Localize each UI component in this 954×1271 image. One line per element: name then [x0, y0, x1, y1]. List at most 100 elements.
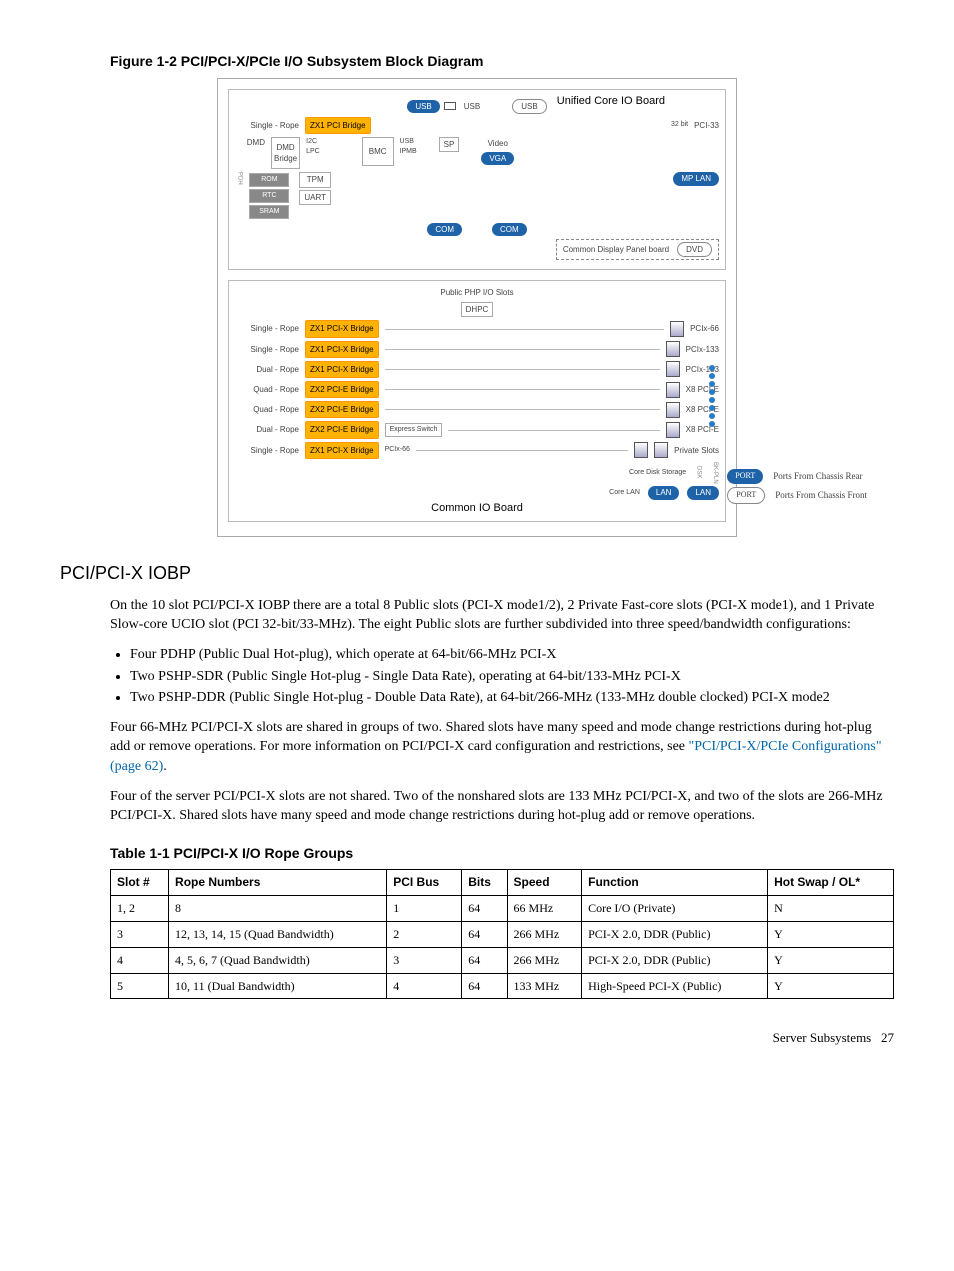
legend-rear-text: Ports From Chassis Rear [773, 469, 862, 483]
rope-bridge-1: ZX1 PCI-X Bridge [305, 341, 379, 358]
cell: PCI-X 2.0, DDR (Public) [582, 921, 768, 947]
footer-page: 27 [881, 1030, 894, 1045]
rope-label-4: Quad - Rope [235, 404, 299, 415]
cell: 4 [387, 973, 462, 999]
ucio-title: Unified Core IO Board [557, 94, 665, 109]
i2c-label: I2C [306, 137, 320, 147]
cell: 64 [462, 947, 507, 973]
table-header-row: Slot # Rope Numbers PCI Bus Bits Speed F… [111, 870, 894, 896]
slot-icon-3 [666, 382, 680, 398]
com2-pill: COM [492, 223, 527, 236]
uart-box: UART [299, 190, 331, 205]
slot-icon-1 [666, 341, 680, 357]
rope-bridge-6: ZX1 PCI-X Bridge [305, 442, 379, 459]
bullet-1: Four PDHP (Public Dual Hot-plug), which … [130, 645, 894, 665]
cell: Y [768, 947, 894, 973]
th-pcibus: PCI Bus [387, 870, 462, 896]
rope-label-6: Single - Rope [235, 445, 299, 456]
ucio-board: Unified Core IO Board USB USB USB Single… [228, 89, 726, 271]
rom-box: ROM [249, 173, 289, 187]
cell: 266 MHz [507, 947, 582, 973]
video-label: Video [484, 137, 512, 150]
cell: 133 MHz [507, 973, 582, 999]
para-1: On the 10 slot PCI/PCI-X IOBP there are … [110, 596, 894, 635]
cell: 4, 5, 6, 7 (Quad Bandwidth) [169, 947, 387, 973]
th-hotswap: Hot Swap / OL* [768, 870, 894, 896]
legend-front-text: Ports From Chassis Front [775, 488, 867, 502]
slot-icon-2 [666, 361, 680, 377]
common-io-title: Common IO Board [431, 501, 523, 516]
sram-box: SRAM [249, 205, 289, 219]
rope-bridge-5: ZX2 PCI-E Bridge [305, 421, 379, 438]
para-2: Four 66-MHz PCI/PCI-X slots are shared i… [110, 718, 894, 777]
pcix66-label: PCIx-66 [385, 445, 410, 455]
cell: 64 [462, 973, 507, 999]
cell: 4 [111, 947, 169, 973]
usb-outline: USB [512, 99, 546, 114]
rope-bridge-4: ZX2 PCI-E Bridge [305, 401, 379, 418]
rope-bridge-3: ZX2 PCI-E Bridge [305, 381, 379, 398]
lan-pill-1: LAN [648, 486, 680, 499]
footer-section: Server Subsystems [773, 1030, 872, 1045]
zx1-pci-bridge: ZX1 PCI Bridge [305, 117, 371, 134]
cell: Y [768, 921, 894, 947]
dmd-label: DMD [235, 137, 265, 148]
usb-label: USB [460, 100, 484, 113]
page-footer: Server Subsystems 27 [60, 1029, 894, 1047]
common-io-board: Public PHP I/O Slots DHPC Single - RopeZ… [228, 280, 726, 522]
ipmb-label: IPMB [400, 147, 417, 157]
table-caption: Table 1-1 PCI/PCI-X I/O Rope Groups [110, 844, 894, 864]
cell: 3 [111, 921, 169, 947]
cell: High-Speed PCI-X (Public) [582, 973, 768, 999]
table-row: 1, 2 8 1 64 66 MHz Core I/O (Private) N [111, 896, 894, 922]
usb2-label: USB [400, 137, 417, 147]
dhpc-box: DHPC [461, 302, 494, 317]
rope-label-5: Dual - Rope [235, 424, 299, 435]
rope-groups-table: Slot # Rope Numbers PCI Bus Bits Speed F… [110, 869, 894, 999]
th-slot: Slot # [111, 870, 169, 896]
rope-bridge-2: ZX1 PCI-X Bridge [305, 361, 379, 378]
slot-icon-6a [634, 442, 648, 458]
bullet-3: Two PSHP-DDR (Public Single Hot-plug - D… [130, 688, 894, 708]
th-function: Function [582, 870, 768, 896]
rope-bridge-0: ZX1 PCI-X Bridge [305, 320, 379, 337]
cell: 8 [169, 896, 387, 922]
cell: Core I/O (Private) [582, 896, 768, 922]
cell: 3 [387, 947, 462, 973]
port-column [709, 301, 715, 491]
slot-icon-6b [654, 442, 668, 458]
bullet-2: Two PSHP-SDR (Public Single Hot-plug - S… [130, 667, 894, 687]
cell: 64 [462, 921, 507, 947]
vga-pill: VGA [481, 152, 514, 165]
legend-port-rear: PORT [727, 469, 763, 484]
dsk-label: DSK [694, 466, 702, 478]
port-dot [709, 413, 715, 419]
cell: 1, 2 [111, 896, 169, 922]
sp-box: SP [439, 137, 460, 152]
cell: PCI-X 2.0, DDR (Public) [582, 947, 768, 973]
table-row: 3 12, 13, 14, 15 (Quad Bandwidth) 2 64 2… [111, 921, 894, 947]
cell: 2 [387, 921, 462, 947]
slot-icon-5 [666, 422, 680, 438]
core-lan-label: Core LAN [609, 488, 640, 498]
port-dot [709, 421, 715, 427]
rope-label-1: Single - Rope [235, 344, 299, 355]
display-panel-box: Common Display Panel board DVD [556, 239, 719, 260]
bullet-list: Four PDHP (Public Dual Hot-plug), which … [130, 645, 894, 708]
bmc-box: BMC [362, 137, 394, 166]
bus-32bit: 32 bit [671, 120, 688, 130]
cell: Y [768, 973, 894, 999]
figure-caption: Figure 1-2 PCI/PCI-X/PCIe I/O Subsystem … [110, 52, 894, 72]
slot-icon-4 [666, 402, 680, 418]
port-dot [709, 373, 715, 379]
usb-slot-icon [444, 102, 456, 110]
single-rope-label: Single - Rope [235, 120, 299, 131]
cell: 10, 11 (Dual Bandwidth) [169, 973, 387, 999]
rtc-box: RTC [249, 189, 289, 203]
cell: 12, 13, 14, 15 (Quad Bandwidth) [169, 921, 387, 947]
cell: 66 MHz [507, 896, 582, 922]
port-dot [709, 389, 715, 395]
core-disk-label: Core Disk Storage [629, 468, 686, 478]
port-dot [709, 365, 715, 371]
block-diagram: Unified Core IO Board USB USB USB Single… [217, 78, 737, 537]
